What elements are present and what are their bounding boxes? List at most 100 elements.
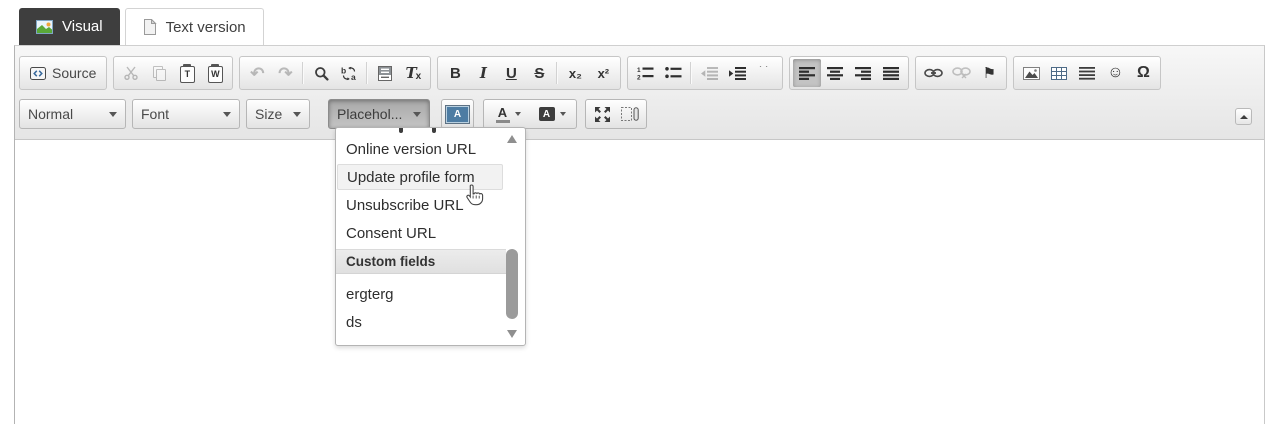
tab-visual-label: Visual [62,18,103,35]
numbered-list-button[interactable]: 1 2 [631,59,659,87]
omega-icon: Ω [1137,65,1150,81]
increase-indent-button[interactable] [723,59,751,87]
show-blocks-button[interactable] [616,101,644,127]
dropdown-item-ergterg[interactable]: ergterg [336,280,506,308]
dropdown-item-ds[interactable]: ds [336,308,506,336]
placeholder-dropdown-panel: Online version URL Update profile form U… [335,127,526,346]
align-right-icon [855,67,871,80]
chevron-down-icon [293,112,301,117]
group-insert: ☺ Ω [1013,56,1161,90]
replace-icon: b a [340,66,358,81]
horizontal-rule-icon [1079,67,1095,80]
align-left-button[interactable] [793,59,821,87]
horizontal-rule-button[interactable] [1073,59,1101,87]
tab-text-version[interactable]: Text version [125,8,264,45]
strikethrough-button[interactable]: S [525,59,553,87]
text-color-button[interactable]: A [486,101,530,127]
insert-image-button[interactable] [1017,59,1045,87]
chevron-down-icon [560,112,566,116]
group-links: ⚑ [915,56,1007,90]
scissors-icon [124,66,138,80]
strikethrough-icon: S [534,66,544,81]
undo-icon: ↶ [250,65,264,82]
source-button[interactable]: Source [23,59,103,87]
dropdown-item-online-version-url[interactable]: Online version URL [336,135,506,163]
maximize-button[interactable] [588,101,616,127]
select-all-icon [378,66,392,81]
group-colors: A A [483,99,577,129]
dropdown-item-consent-url[interactable]: Consent URL [336,219,506,247]
paste-as-text-button[interactable]: T [173,59,201,87]
image-icon [1023,67,1040,80]
align-right-button[interactable] [849,59,877,87]
font-select[interactable]: Font [132,99,240,129]
collapse-toolbar-button[interactable] [1235,108,1252,125]
copy-button[interactable] [145,59,173,87]
superscript-icon: x² [598,66,610,81]
smiley-button[interactable]: ☺ [1101,59,1129,87]
dropdown-scrollbar[interactable] [505,133,520,340]
editor-content-area[interactable] [15,140,1264,425]
copy-icon [153,66,166,80]
scroll-up-arrow-icon[interactable] [507,135,517,143]
chevron-down-icon [109,112,117,117]
editor-frame: Source T [14,45,1265,424]
svg-text:2: 2 [637,75,641,81]
bold-button[interactable]: B [441,59,469,87]
search-icon [314,66,329,81]
undo-button[interactable]: ↶ [243,59,271,87]
replace-button[interactable]: b a [335,59,363,87]
bold-icon: B [450,66,461,81]
chevron-up-icon [1240,115,1248,119]
align-center-button[interactable] [821,59,849,87]
clipped-list-item[interactable] [336,128,525,135]
subscript-button[interactable]: x₂ [561,59,589,87]
select-all-button[interactable] [371,59,399,87]
unlink-icon [952,67,971,79]
remove-format-button[interactable]: T x [399,59,427,87]
insert-field-button[interactable]: A [441,99,474,129]
toolbar-separator [556,62,558,84]
group-alignment [789,56,909,90]
superscript-button[interactable]: x² [589,59,617,87]
anchor-button[interactable]: ⚑ [975,59,1003,87]
dropdown-item-update-profile-form[interactable]: Update profile form [337,164,503,190]
justify-button[interactable] [877,59,905,87]
blockquote-icon: ” [758,66,774,80]
underline-icon: U [506,66,517,81]
link-button[interactable] [919,59,947,87]
placeholder-select-value: Placehol... [337,106,407,122]
scrollbar-thumb[interactable] [506,249,518,319]
text-field-a-icon: A [445,105,470,124]
decrease-indent-button[interactable] [695,59,723,87]
svg-text:a: a [351,72,356,81]
bulleted-list-icon [665,66,682,80]
background-color-button[interactable]: A [530,101,574,127]
redo-button[interactable]: ↷ [271,59,299,87]
size-select[interactable]: Size [246,99,310,129]
find-button[interactable] [307,59,335,87]
toolbar-separator [302,62,304,84]
font-select-value: Font [141,106,217,122]
italic-button[interactable]: I [469,59,497,87]
cut-button[interactable] [117,59,145,87]
scroll-down-arrow-icon[interactable] [507,330,517,338]
insert-table-button[interactable] [1045,59,1073,87]
dropdown-item-unsubscribe-url[interactable]: Unsubscribe URL [336,191,506,219]
placeholder-select[interactable]: Placehol... [328,99,430,129]
group-inline-style: B I U S x₂ x² [437,56,621,90]
special-char-button[interactable]: Ω [1129,59,1157,87]
toolbar-row-2: Normal Font Size Placehol... A [19,99,1258,129]
maximize-icon [595,107,610,122]
indent-icon [729,67,746,80]
unlink-button[interactable] [947,59,975,87]
tab-visual[interactable]: Visual [19,8,120,45]
toolbar-separator [690,62,692,84]
bulleted-list-button[interactable] [659,59,687,87]
paste-from-word-button[interactable]: W [201,59,229,87]
align-left-icon [799,67,815,80]
size-select-value: Size [255,106,287,122]
underline-button[interactable]: U [497,59,525,87]
blockquote-button[interactable]: ” [751,59,779,87]
paragraph-format-select[interactable]: Normal [19,99,126,129]
